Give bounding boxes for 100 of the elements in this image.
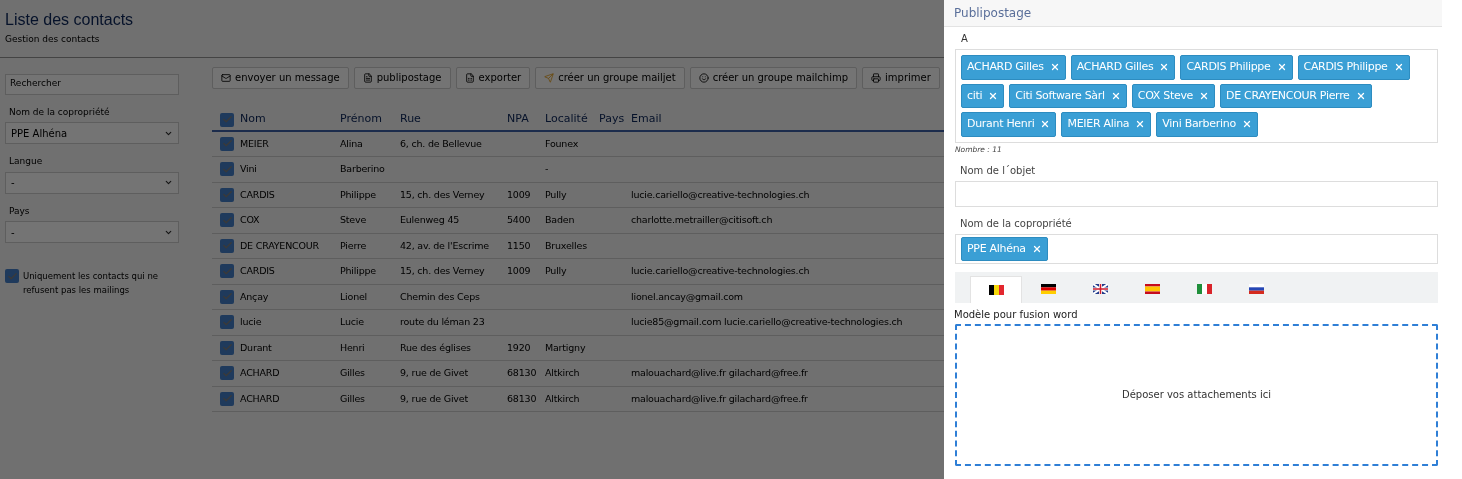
remove-icon[interactable] <box>1110 90 1121 101</box>
table-cell: Barberino <box>340 163 385 175</box>
flag-icon <box>1144 284 1160 295</box>
recipient-tag: DE CRAYENCOUR Pierre <box>1220 83 1372 108</box>
remove-icon[interactable] <box>1199 90 1210 101</box>
checkbox[interactable] <box>220 264 234 279</box>
table-cell: Bruxelles <box>545 239 587 251</box>
search-field[interactable]: Rechercher <box>5 73 179 95</box>
column-header: Pays <box>599 111 626 128</box>
flag-icon <box>988 284 1004 295</box>
remove-icon[interactable] <box>1049 62 1060 73</box>
drop-zone-text: Déposer vos attachements ici <box>1121 388 1272 403</box>
table-cell: 15, ch. des Verney <box>400 188 485 200</box>
field-label: A <box>960 32 969 46</box>
remove-icon[interactable] <box>988 90 999 101</box>
checkbox[interactable] <box>220 315 234 330</box>
column-header: Nom <box>240 111 267 128</box>
flag-icon <box>1092 284 1108 295</box>
toolbar-button[interactable]: publipostage <box>353 66 451 89</box>
toolbar-button[interactable]: créer un groupe mailjet <box>535 66 685 89</box>
toolbar-icon <box>544 72 555 83</box>
remove-icon[interactable] <box>1159 62 1170 73</box>
table-cell: Pierre <box>340 239 367 251</box>
table-cell: Philippe <box>340 188 376 200</box>
filter-label: Pays <box>8 204 31 218</box>
table-cell: DE CRAYENCOUR <box>240 239 319 251</box>
remove-icon[interactable] <box>1355 90 1366 101</box>
checkbox[interactable] <box>220 162 234 177</box>
remove-icon[interactable] <box>1393 62 1404 73</box>
table-cell: Eulenweg 45 <box>400 214 460 226</box>
drop-zone[interactable]: Déposer vos attachements ici <box>955 323 1438 466</box>
checkbox[interactable] <box>220 238 234 253</box>
remove-icon[interactable] <box>1135 119 1146 130</box>
recipients-field[interactable]: ACHARD Gilles ACHARD Gilles CARDIS Philippe CARDIS Philippe citi Citi Software Sàrl COX Steve DE CRAYENCOUR Pierre Durant Henri MEIER Alina Vini Barberino <box>955 49 1438 143</box>
recipient-tag: COX Steve <box>1131 83 1216 108</box>
toolbar-icon <box>871 72 881 83</box>
column-header: NPA <box>507 111 530 128</box>
table-cell: charlotte.metrailler@citisoft.ch <box>631 214 773 226</box>
checkbox[interactable] <box>220 213 234 228</box>
filter-label: Nom de la copropriété <box>8 105 111 119</box>
recipient-tag: ACHARD Gilles <box>961 55 1066 80</box>
checkbox[interactable] <box>220 340 234 355</box>
checkbox[interactable] <box>220 366 234 381</box>
toolbar-button[interactable]: envoyer un message <box>212 66 349 89</box>
column-header: Localité <box>545 111 589 128</box>
table-cell: Rue des églises <box>400 341 471 353</box>
checkbox[interactable] <box>220 187 234 202</box>
panel-title: Publipostage <box>954 5 1032 22</box>
table-cell: lionel.ancay@gmail.com <box>631 290 743 302</box>
remove-icon[interactable] <box>1276 62 1287 73</box>
table-cell: 1150 <box>507 239 531 251</box>
checkbox[interactable] <box>220 289 234 304</box>
toolbar-button[interactable]: exporter <box>455 66 531 89</box>
remove-icon[interactable] <box>1031 243 1042 254</box>
toolbar-button[interactable]: imprimer <box>862 66 940 89</box>
recipient-tag: Durant Henri <box>961 112 1057 137</box>
table-cell: malouachard@live.fr gilachard@free.fr <box>631 367 808 379</box>
filter-select[interactable]: PPE Alhéna <box>5 122 179 144</box>
table-cell: CARDIS <box>240 265 275 277</box>
table-cell: CARDIS <box>240 188 275 200</box>
table-cell: Gilles <box>340 367 365 379</box>
toolbar-icon <box>221 72 231 83</box>
checkbox[interactable] <box>220 136 234 151</box>
language-tab[interactable] <box>970 275 1022 303</box>
flag-icon <box>1040 284 1056 295</box>
filter-select[interactable]: - <box>5 171 179 194</box>
recipient-tag: MEIER Alina <box>1061 112 1152 137</box>
table-cell: COX <box>240 214 260 226</box>
table-cell: lucie.cariello@creative-technologies.ch <box>631 265 810 277</box>
toolbar-icon <box>464 72 475 83</box>
table-cell: 68130 <box>507 392 537 404</box>
table-cell: malouachard@live.fr gilachard@free.fr <box>631 392 808 404</box>
remove-icon[interactable] <box>1241 119 1252 130</box>
flag-icon <box>1196 284 1212 295</box>
column-header: Rue <box>400 111 422 128</box>
column-header: Email <box>631 111 663 128</box>
table-cell: Alina <box>340 137 363 149</box>
flag-icon <box>1248 284 1264 295</box>
table-cell: 42, av. de l'Escrime <box>400 239 489 251</box>
table-cell: Founex <box>545 137 579 149</box>
checkbox[interactable] <box>5 269 19 283</box>
checkbox[interactable] <box>220 112 234 127</box>
subject-field[interactable] <box>955 180 1438 207</box>
table-cell: Vini <box>240 163 257 175</box>
remove-icon[interactable] <box>1040 119 1051 130</box>
checkbox-label: Uniquement les contacts qui ne refusent pas les mailings <box>23 270 160 297</box>
table-cell: lucie <box>240 316 262 328</box>
table-cell: 9, rue de Givet <box>400 367 468 379</box>
filter-select[interactable]: - <box>5 221 179 243</box>
property-field[interactable]: PPE Alhéna <box>955 233 1438 264</box>
page-title: Liste des contacts <box>5 10 135 30</box>
table-cell: Pully <box>545 265 567 277</box>
toolbar-button[interactable]: créer un groupe mailchimp <box>689 66 857 89</box>
table-cell: MEIER <box>240 137 269 149</box>
checkbox[interactable] <box>220 391 234 406</box>
recipient-tag: CARDIS Philippe <box>1180 55 1293 80</box>
toolbar-icon <box>362 72 373 83</box>
recipient-tag: ACHARD Gilles <box>1070 55 1176 80</box>
field-label: Nom de la copropriété <box>959 216 1073 231</box>
table-cell: route du léman 23 <box>400 316 485 328</box>
